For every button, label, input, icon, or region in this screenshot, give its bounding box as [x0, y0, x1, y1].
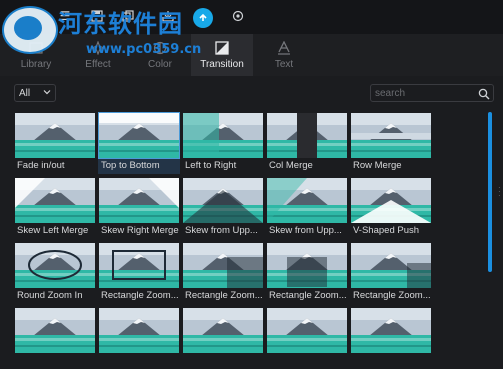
transition-thumbnail [267, 308, 347, 353]
transition-label: Skew Right Merge [101, 225, 179, 236]
transition-thumbnail [99, 243, 179, 288]
transition-item[interactable] [350, 307, 432, 369]
transition-label: Row Merge [353, 160, 402, 171]
panel-tabs: Library Effect Color Transition Text [0, 34, 503, 76]
transition-label: Fade in/out [17, 160, 65, 171]
transition-item[interactable]: Skew Right Merge [98, 177, 180, 239]
tab-text[interactable]: Text [253, 34, 315, 76]
vertical-scrollbar[interactable] [488, 112, 492, 272]
chevron-down-icon [43, 88, 51, 98]
transition-label: Rectangle Zoom... [101, 290, 179, 301]
watermark-logo [2, 6, 58, 54]
transition-label: Top to Bottom [101, 160, 160, 171]
transition-thumbnail [351, 308, 431, 353]
transition-label: Round Zoom In [17, 290, 83, 301]
tab-label: Library [20, 59, 52, 70]
transition-item[interactable]: Left to Right [182, 112, 264, 174]
transition-item[interactable]: Rectangle Zoom... [182, 242, 264, 304]
transition-thumbnail [351, 178, 431, 223]
transition-label: Left to Right [185, 160, 237, 171]
transition-label: Rectangle Zoom... [269, 290, 347, 301]
transition-item[interactable]: Col Merge [266, 112, 348, 174]
transition-label: Rectangle Zoom... [353, 290, 431, 301]
transition-thumbnail [15, 113, 95, 158]
transition-item[interactable]: Top to Bottom [98, 112, 180, 174]
transition-item[interactable]: Skew from Upp... [182, 177, 264, 239]
transition-thumbnail [183, 243, 263, 288]
transition-label: Rectangle Zoom... [185, 290, 263, 301]
transition-thumbnail [183, 113, 263, 158]
transition-thumbnail [351, 243, 431, 288]
transition-item[interactable] [266, 307, 348, 369]
camera-icon[interactable] [230, 8, 246, 24]
transition-item[interactable]: Fade in/out [14, 112, 96, 174]
transition-icon [215, 40, 229, 56]
transition-grid: Fade in/out Top to Bottom Left to Right Col… [14, 112, 434, 353]
resize-grip-icon[interactable]: · · · [498, 184, 501, 200]
transition-label: Skew from Upp... [269, 225, 342, 236]
transition-thumbnail [15, 178, 95, 223]
transition-thumbnail [183, 308, 263, 353]
filter-value: All [19, 87, 31, 99]
transition-item[interactable]: V-Shaped Push [350, 177, 432, 239]
transition-thumbnail [15, 308, 95, 353]
tab-label: Color [148, 59, 172, 70]
transition-thumbnail [351, 113, 431, 158]
transition-item[interactable] [182, 307, 264, 369]
category-filter-select[interactable]: All [14, 84, 56, 102]
tab-label: Text [274, 59, 294, 70]
transition-thumbnail [267, 113, 347, 158]
transition-item[interactable]: Round Zoom In [14, 242, 96, 304]
transition-label: Col Merge [269, 160, 313, 171]
transition-thumbnail [183, 178, 263, 223]
watermark-title: 河东软件园 [58, 9, 183, 38]
transition-item[interactable] [14, 307, 96, 369]
transition-thumbnail [98, 112, 180, 159]
transition-item[interactable]: Rectangle Zoom... [350, 242, 432, 304]
transition-item[interactable]: Skew from Upp... [266, 177, 348, 239]
text-icon [277, 40, 291, 56]
transition-item[interactable]: Rectangle Zoom... [266, 242, 348, 304]
search-icon[interactable] [478, 87, 490, 100]
transition-item[interactable]: Skew Left Merge [14, 177, 96, 239]
transition-item[interactable]: Rectangle Zoom... [98, 242, 180, 304]
transition-thumbnail [267, 178, 347, 223]
transition-thumbnail [99, 178, 179, 223]
upload-button[interactable] [193, 8, 213, 28]
transition-item[interactable]: Row Merge [350, 112, 432, 174]
watermark-url: www.pc0359.cn [86, 42, 202, 57]
tab-label: Effect [85, 59, 111, 70]
transition-thumbnail [99, 308, 179, 353]
search-input[interactable] [375, 86, 471, 100]
transition-label: V-Shaped Push [353, 225, 420, 236]
transition-label: Skew Left Merge [17, 225, 89, 236]
transition-thumbnail [15, 243, 95, 288]
transition-item[interactable] [98, 307, 180, 369]
transition-label: Skew from Upp... [185, 225, 258, 236]
search-box[interactable] [370, 84, 494, 102]
transition-thumbnail [267, 243, 347, 288]
tab-label: Transition [200, 59, 244, 70]
